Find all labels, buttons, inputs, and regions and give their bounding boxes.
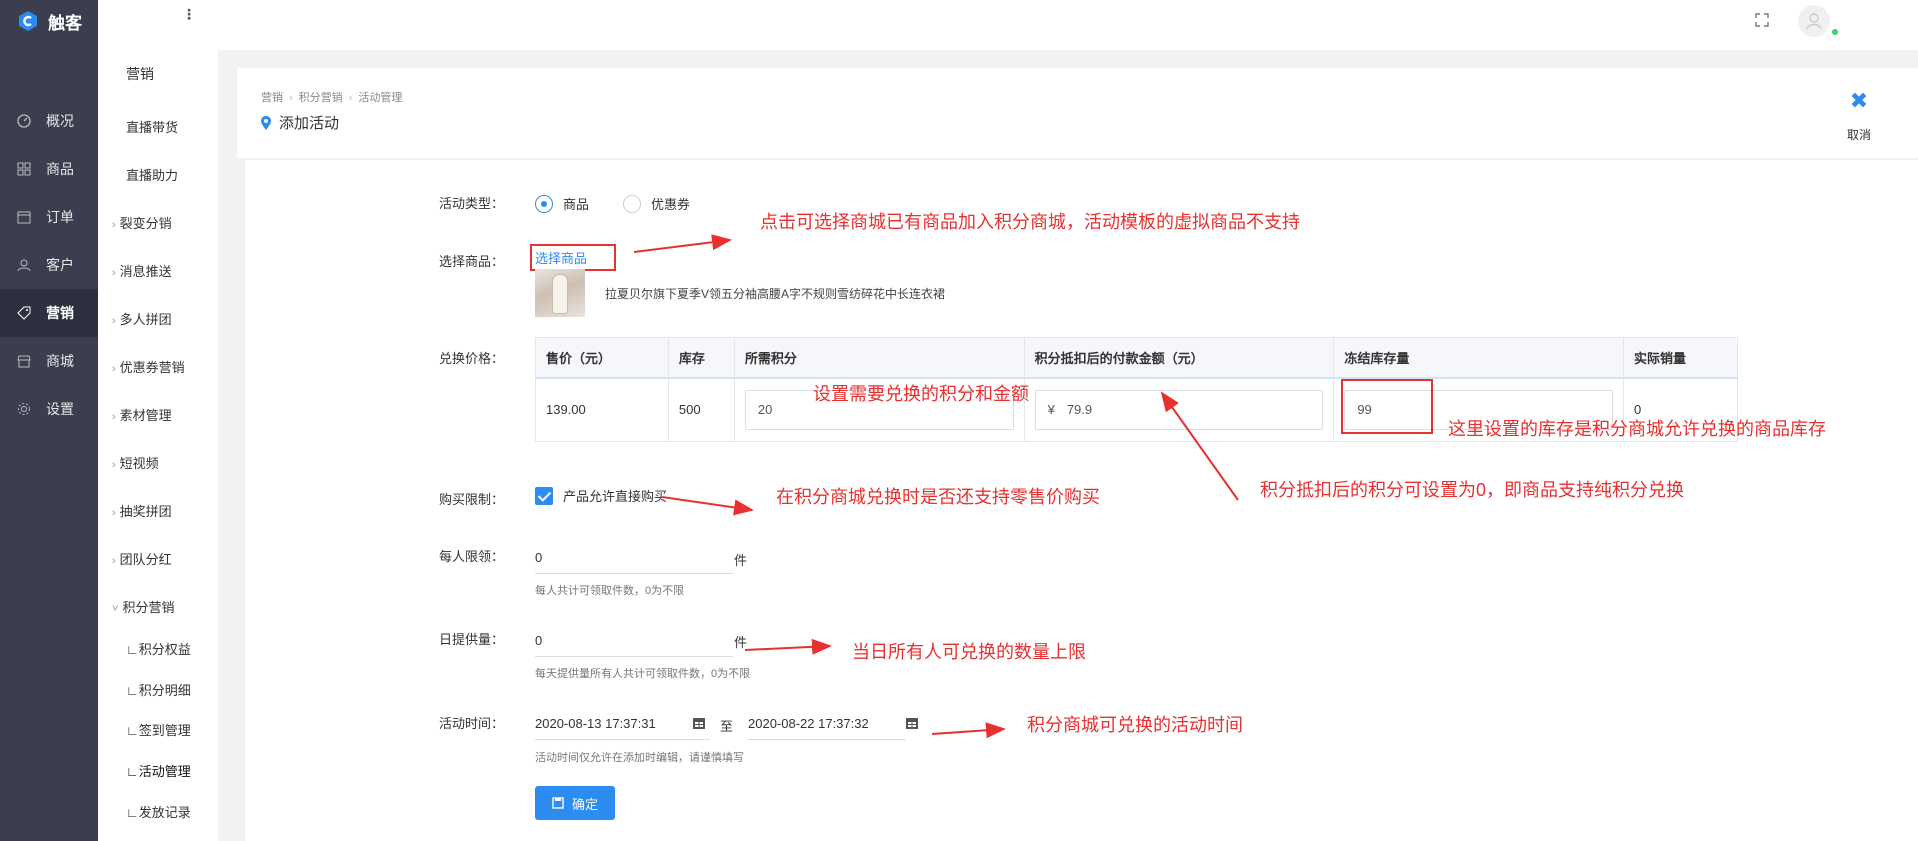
annotation-direct-buy: 在积分商城兑换时是否还支持零售价购买 [776, 487, 1100, 507]
arrow-to-select-annotation [633, 234, 732, 253]
arrow-to-checkbox-annotation [661, 496, 754, 516]
annotation-pure-points: 积分抵扣后的积分可设置为0，即商品支持纯积分兑换 [1260, 480, 1685, 500]
arrow-to-daily-annotation [744, 638, 832, 655]
annotation-select-goods: 点击可选择商城已有商品加入积分商城，活动模板的虚拟商品不支持 [760, 212, 1300, 232]
annotation-frozen-stock: 这里设置的库存是积分商城允许兑换的商品库存 [1448, 419, 1826, 439]
arrow-to-pay-input [1160, 391, 1239, 501]
arrow-to-time-annotation [931, 722, 1006, 739]
annotation-daily-limit: 当日所有人可兑换的数量上限 [852, 642, 1086, 662]
annotation-activity-time: 积分商城可兑换的活动时间 [1027, 715, 1243, 735]
annotation-points-amount: 设置需要兑换的积分和金额 [813, 384, 1029, 404]
